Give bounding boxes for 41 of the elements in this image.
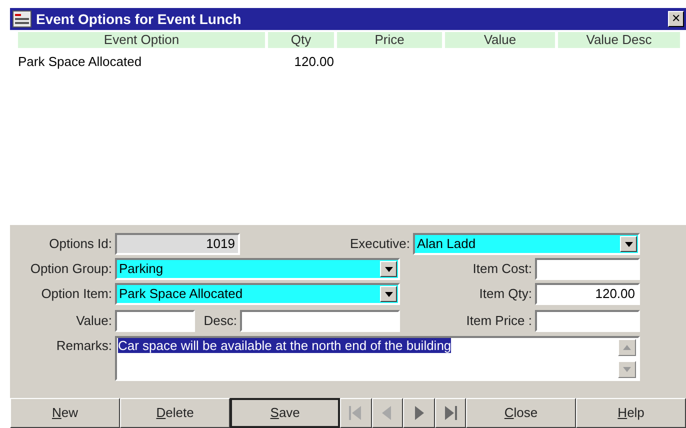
- field-label: Executive:: [350, 235, 410, 254]
- input-field[interactable]: 120.00: [535, 283, 640, 305]
- field-label: Remarks:: [56, 337, 112, 355]
- remarks-field[interactable]: Car space will be available at the north end of the building: [115, 336, 640, 381]
- nav-button[interactable]: [403, 398, 435, 428]
- first-record-icon: [348, 405, 364, 421]
- action-button[interactable]: Close: [466, 398, 576, 428]
- field-label: Item Qty:: [479, 285, 532, 304]
- table-cell-text: Park Space Allocated: [18, 53, 142, 71]
- window-title: Event Options for Event Lunch: [36, 10, 242, 29]
- field-label: Option Group:: [30, 260, 112, 278]
- action-button[interactable]: New: [10, 398, 120, 428]
- scroll-up-icon[interactable]: [618, 339, 636, 356]
- input-field[interactable]: [535, 258, 640, 280]
- dropdown-field[interactable]: Alan Ladd: [413, 233, 640, 255]
- action-button[interactable]: Help: [576, 398, 686, 428]
- table-cell-text: 120.00: [294, 53, 334, 71]
- form-icon: [12, 10, 32, 28]
- close-button[interactable]: ✕: [668, 11, 684, 27]
- dropdown-field[interactable]: Park Space Allocated: [115, 283, 400, 305]
- action-button[interactable]: Delete: [120, 398, 230, 428]
- field-label: Value:: [76, 312, 112, 330]
- column-header[interactable]: Price: [337, 32, 442, 48]
- action-button[interactable]: Save: [230, 398, 340, 428]
- field-label: Options Id:: [49, 235, 112, 254]
- input-field[interactable]: [115, 310, 195, 332]
- column-header[interactable]: Value Desc: [558, 32, 680, 48]
- column-header[interactable]: Value: [445, 32, 555, 48]
- scroll-down-icon[interactable]: [618, 361, 636, 378]
- column-header[interactable]: Qty: [268, 32, 334, 48]
- column-header[interactable]: Event Option: [18, 32, 265, 48]
- last-record-icon: [442, 405, 458, 421]
- input-field[interactable]: [240, 310, 400, 332]
- field-label: Desc:: [204, 312, 237, 330]
- input-field[interactable]: [535, 310, 640, 332]
- input-field[interactable]: 1019: [115, 233, 240, 255]
- field-label: Item Cost:: [472, 260, 532, 278]
- field-label: Item Price :: [466, 312, 532, 330]
- nav-button[interactable]: [434, 398, 466, 428]
- field-label: Option Item:: [41, 285, 112, 304]
- dropdown-field[interactable]: Parking: [115, 258, 400, 280]
